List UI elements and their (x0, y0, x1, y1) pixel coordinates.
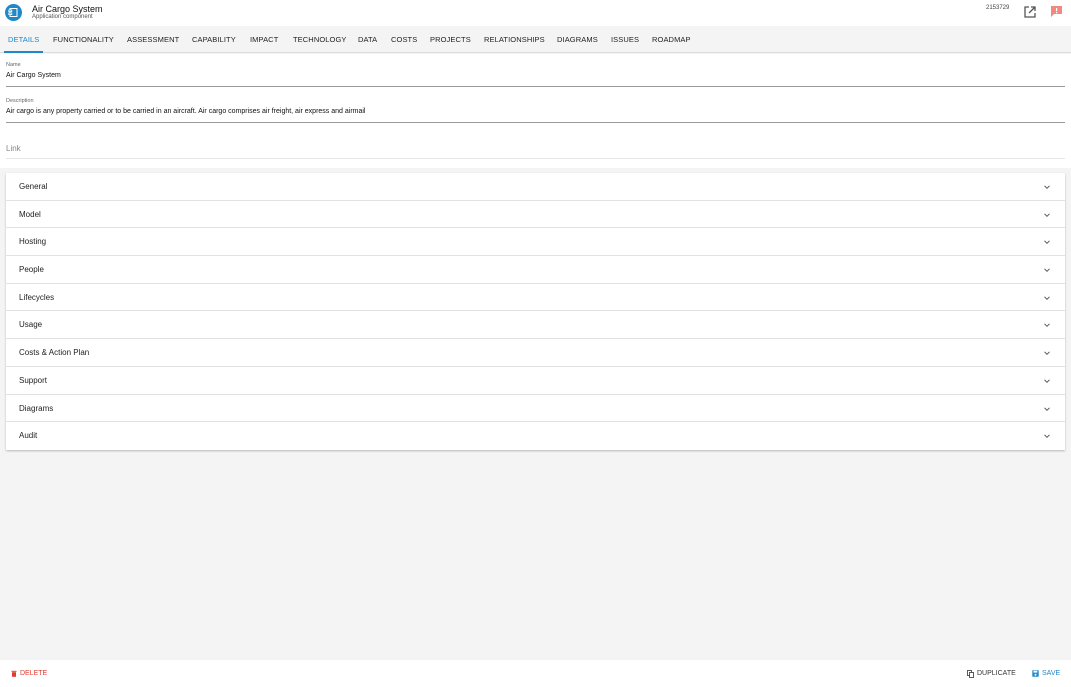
description-field-underline (6, 122, 1065, 123)
section-label: Hosting (19, 237, 47, 247)
section-lifecycles[interactable]: Lifecycles (6, 284, 1065, 312)
chevron-down-icon (1044, 351, 1050, 356)
chevron-down-icon (1044, 406, 1050, 411)
delete-button[interactable]: DELETE (11, 660, 47, 687)
description-field[interactable]: Air cargo is any property carried or to … (6, 108, 365, 115)
active-tab-indicator (4, 51, 43, 53)
duplicate-label: DUPLICATE (977, 670, 1016, 677)
details-form: Name Air Cargo System Description Air ca… (0, 54, 1071, 168)
section-label: Diagrams (19, 403, 54, 413)
tab-technology[interactable]: TECHNOLOGY (293, 26, 347, 53)
tab-impact[interactable]: IMPACT (250, 26, 278, 53)
section-general[interactable]: General (6, 173, 1065, 201)
record-id: 2153729 (986, 5, 1010, 11)
name-field[interactable]: Air Cargo System (6, 72, 61, 79)
chevron-down-icon (1044, 323, 1050, 328)
section-hosting[interactable]: Hosting (6, 228, 1065, 257)
tab-details[interactable]: DETAILS (8, 26, 39, 53)
section-label: Audit (19, 431, 38, 441)
section-accordion: General Model Hosting People Lifecycles … (6, 173, 1065, 450)
save-button[interactable]: SAVE (1032, 660, 1060, 687)
link-field-underline (6, 158, 1065, 159)
tab-relationships[interactable]: RELATIONSHIPS (484, 26, 545, 53)
chevron-down-icon (1044, 296, 1050, 300)
section-costs-action-plan[interactable]: Costs & Action Plan (6, 339, 1065, 367)
name-label: Name (6, 62, 21, 68)
tab-data[interactable]: DATA (358, 26, 377, 53)
tab-costs[interactable]: COSTS (391, 26, 417, 53)
section-usage[interactable]: Usage (6, 311, 1065, 340)
trash-icon (11, 670, 17, 677)
tab-bar: DETAILS FUNCTIONALITY ASSESSMENT CAPABIL… (0, 26, 1071, 53)
delete-label: DELETE (20, 670, 48, 677)
alert-icon[interactable] (1050, 5, 1063, 18)
chevron-down-icon (1044, 240, 1050, 245)
tab-capability[interactable]: CAPABILITY (192, 26, 236, 53)
floppy-disk-icon (1032, 670, 1039, 677)
section-audit[interactable]: Audit (6, 422, 1065, 450)
application-component-icon (5, 4, 22, 21)
section-label: Usage (19, 320, 43, 330)
section-diagrams[interactable]: Diagrams (6, 395, 1065, 423)
section-label: Model (19, 209, 41, 219)
tab-assessment[interactable]: ASSESSMENT (127, 26, 179, 53)
page-subtitle: Application component (32, 14, 93, 20)
link-field[interactable]: Link (6, 144, 21, 153)
chevron-down-icon (1044, 185, 1050, 190)
tab-diagrams[interactable]: DIAGRAMS (557, 26, 598, 53)
app-header: Air Cargo System Application component 2… (0, 0, 1071, 26)
duplicate-button[interactable]: DUPLICATE (967, 660, 1016, 687)
section-label: People (19, 265, 44, 275)
section-model[interactable]: Model (6, 201, 1065, 229)
tab-roadmap[interactable]: ROADMAP (652, 26, 691, 53)
section-support[interactable]: Support (6, 367, 1065, 395)
action-footer: DELETE DUPLICATE SAVE (0, 660, 1071, 687)
tab-functionality[interactable]: FUNCTIONALITY (53, 26, 114, 53)
section-label: General (19, 182, 48, 191)
section-label: Lifecycles (19, 292, 55, 302)
save-label: SAVE (1042, 670, 1061, 677)
section-label: Costs & Action Plan (19, 348, 90, 358)
chevron-down-icon (1044, 379, 1050, 383)
chevron-down-icon (1044, 268, 1050, 273)
name-field-underline (6, 86, 1065, 87)
description-label: Description (6, 98, 34, 104)
copy-icon (967, 669, 974, 678)
section-people[interactable]: People (6, 256, 1065, 284)
open-external-icon[interactable] (1023, 5, 1037, 19)
chevron-down-icon (1044, 213, 1050, 217)
chevron-down-icon (1044, 434, 1050, 439)
tab-projects[interactable]: PROJECTS (430, 26, 471, 53)
page-title: Air Cargo System (32, 4, 103, 14)
tab-issues[interactable]: ISSUES (611, 26, 639, 53)
section-label: Support (19, 375, 48, 385)
